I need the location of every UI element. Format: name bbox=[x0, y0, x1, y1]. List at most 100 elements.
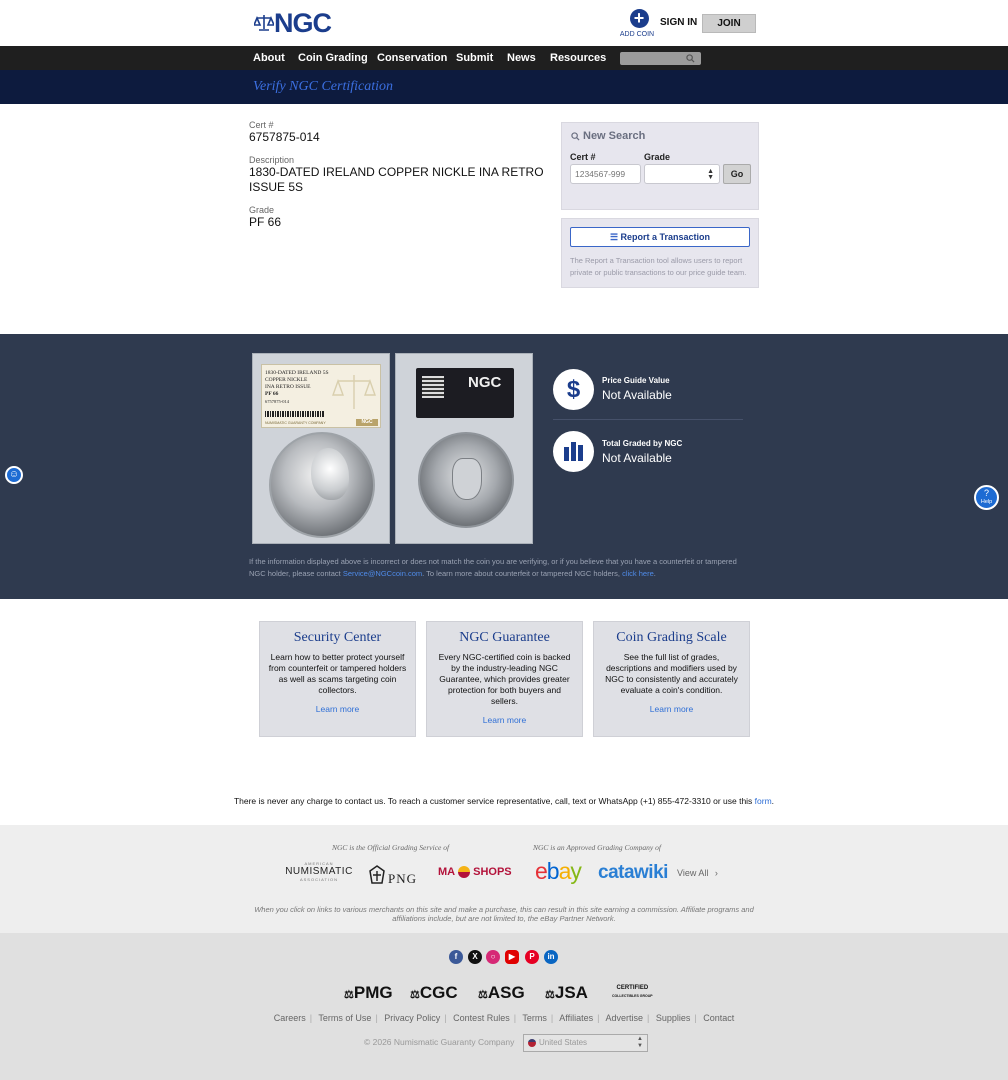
coin-harp bbox=[452, 458, 482, 500]
country-label: United States bbox=[539, 1038, 588, 1047]
slab-line-1: 1830-DATED IRELAND 5S bbox=[265, 370, 329, 376]
join-button[interactable]: JOIN bbox=[702, 14, 756, 33]
ma-shops-icon bbox=[458, 866, 471, 878]
learn-more-link[interactable]: Learn more bbox=[602, 704, 741, 714]
pmg-logo[interactable]: ⚖PMG bbox=[344, 983, 393, 1003]
ebay-logo[interactable]: ebay bbox=[535, 858, 582, 885]
grade-value: PF 66 bbox=[249, 215, 282, 229]
click-here-link[interactable]: click here bbox=[622, 569, 654, 578]
youtube-icon[interactable]: ▶ bbox=[505, 950, 519, 964]
ma-shops-logo[interactable]: MA SHOPS bbox=[438, 866, 512, 878]
report-description: The Report a Transaction tool allows use… bbox=[570, 256, 747, 277]
barcode bbox=[265, 411, 325, 417]
verify-banner: Verify NGC Certification bbox=[0, 70, 1008, 104]
contact-text: There is never any charge to contact us.… bbox=[233, 796, 755, 806]
add-coin-button[interactable]: + ADD COIN bbox=[620, 9, 657, 38]
report-panel: ☰ Report a Transaction The Report a Tran… bbox=[561, 218, 759, 288]
pinterest-icon[interactable]: P bbox=[525, 950, 539, 964]
jsa-text: JSA bbox=[554, 983, 588, 1002]
counterfeit-notice: If the information displayed above is in… bbox=[249, 556, 754, 580]
stats-divider bbox=[553, 419, 743, 420]
price-guide-label: Price Guide Value bbox=[602, 376, 670, 385]
footer-link-supplies[interactable]: Supplies bbox=[656, 1013, 691, 1023]
nav-about[interactable]: About bbox=[253, 52, 285, 64]
card-title: NGC Guarantee bbox=[459, 630, 550, 645]
ccg-logo[interactable]: CERTIFIED COLLECTIBLES GROUP bbox=[612, 985, 653, 999]
coin-reverse-image[interactable]: NGC bbox=[395, 353, 533, 544]
accessibility-icon[interactable]: ☺ bbox=[5, 466, 23, 484]
learn-more-link[interactable]: Learn more bbox=[268, 704, 407, 714]
dollar-icon: $ bbox=[553, 369, 594, 410]
catawiki-logo[interactable]: catawiki bbox=[598, 862, 668, 884]
slab-guarantee-text: NUMISMATIC GUARANTY COMPANY bbox=[265, 421, 326, 425]
report-button-label: Report a Transaction bbox=[620, 232, 711, 242]
ana-logo[interactable]: AMERICAN NUMISMATIC ASSOCIATION bbox=[284, 861, 354, 882]
go-button[interactable]: Go bbox=[723, 164, 751, 184]
png-mark-icon bbox=[369, 865, 385, 884]
search-icon bbox=[686, 54, 695, 63]
view-all-link[interactable]: View All › bbox=[677, 868, 718, 878]
nav-news[interactable]: News bbox=[507, 52, 536, 64]
total-graded-value: Not Available bbox=[602, 451, 672, 465]
site-header: NGC + ADD COIN SIGN IN JOIN bbox=[0, 0, 1008, 46]
footer-link-terms[interactable]: Terms bbox=[522, 1013, 547, 1023]
copyright: © 2026 Numismatic Guaranty Company bbox=[364, 1037, 515, 1047]
footer-link-advertise[interactable]: Advertise bbox=[605, 1013, 643, 1023]
select-arrows-icon: ▲ ▼ bbox=[637, 1036, 643, 1049]
select-arrows-down-icon: ▼ bbox=[707, 174, 714, 181]
cert-number-input[interactable] bbox=[570, 164, 641, 184]
asg-text: ASG bbox=[487, 983, 525, 1002]
nav-search-input[interactable] bbox=[620, 52, 701, 65]
card-text: Learn how to better protect yourself fro… bbox=[268, 652, 407, 695]
learn-more-link[interactable]: Learn more bbox=[435, 715, 574, 725]
card-title: Coin Grading Scale bbox=[616, 630, 727, 645]
sign-in-link[interactable]: SIGN IN bbox=[660, 17, 697, 28]
scales-icon bbox=[254, 15, 274, 31]
report-transaction-button[interactable]: ☰ Report a Transaction bbox=[570, 227, 750, 247]
cgc-logo[interactable]: ⚖CGC bbox=[410, 983, 458, 1003]
png-logo[interactable]: PNG bbox=[368, 861, 417, 887]
new-search-title: New Search bbox=[583, 130, 646, 142]
ana-sub: ASSOCIATION bbox=[299, 877, 339, 882]
notice-text-2: . To learn more about counterfeit or tam… bbox=[422, 569, 623, 578]
card-title: Security Center bbox=[293, 630, 382, 645]
page-title: Verify NGC Certification bbox=[253, 79, 393, 94]
slab-line-3: INA RETRO ISSUE bbox=[265, 384, 311, 390]
footer-link-contest-rules[interactable]: Contest Rules bbox=[453, 1013, 510, 1023]
jsa-logo[interactable]: ⚖JSA bbox=[545, 983, 588, 1003]
footer-link-terms-of-use[interactable]: Terms of Use bbox=[318, 1013, 371, 1023]
ngc-logo[interactable]: NGC bbox=[254, 8, 332, 38]
linkedin-icon[interactable]: in bbox=[544, 950, 558, 964]
nav-resources[interactable]: Resources bbox=[550, 52, 606, 64]
footer-link-contact[interactable]: Contact bbox=[703, 1013, 734, 1023]
instagram-icon[interactable]: ○ bbox=[486, 950, 500, 964]
pmg-text: PMG bbox=[353, 983, 393, 1002]
contact-form-link[interactable]: form bbox=[755, 796, 772, 806]
coin-obverse-image[interactable]: 1830-DATED IRELAND 5S COPPER NICKLE INA … bbox=[252, 353, 390, 544]
ma-text: MA bbox=[438, 866, 456, 878]
report-icon: ☰ bbox=[609, 232, 619, 242]
facebook-icon[interactable]: f bbox=[449, 950, 463, 964]
help-button[interactable]: ? Help bbox=[974, 485, 999, 510]
notice-text-3: . bbox=[653, 569, 656, 578]
footer-link-privacy[interactable]: Privacy Policy bbox=[384, 1013, 440, 1023]
partners-section: NGC is the Official Grading Service of N… bbox=[0, 825, 1008, 933]
x-icon[interactable]: X bbox=[468, 950, 482, 964]
nav-submit[interactable]: Submit bbox=[456, 52, 493, 64]
add-coin-label: ADD COIN bbox=[619, 31, 655, 38]
service-email-link[interactable]: Service@NGCcoin.com bbox=[343, 569, 422, 578]
slab-cert: 6757875-014 bbox=[265, 399, 289, 404]
nav-coin-grading[interactable]: Coin Grading bbox=[298, 52, 368, 64]
us-flag-icon bbox=[528, 1039, 536, 1047]
chevron-right-icon: › bbox=[714, 868, 718, 878]
grade-select[interactable]: ▲ ▼ bbox=[644, 164, 720, 184]
footer-link-careers[interactable]: Careers bbox=[274, 1013, 306, 1023]
qr-code bbox=[422, 376, 444, 398]
bar-chart-icon bbox=[553, 431, 594, 472]
search-icon bbox=[571, 132, 580, 141]
asg-logo[interactable]: ⚖ASG bbox=[478, 983, 525, 1003]
nav-conservation[interactable]: Conservation bbox=[377, 52, 447, 64]
footer-link-affiliates[interactable]: Affiliates bbox=[559, 1013, 593, 1023]
country-select[interactable]: United States ▲ ▼ bbox=[523, 1034, 648, 1052]
card-text: Every NGC-certified coin is backed by th… bbox=[438, 652, 571, 706]
